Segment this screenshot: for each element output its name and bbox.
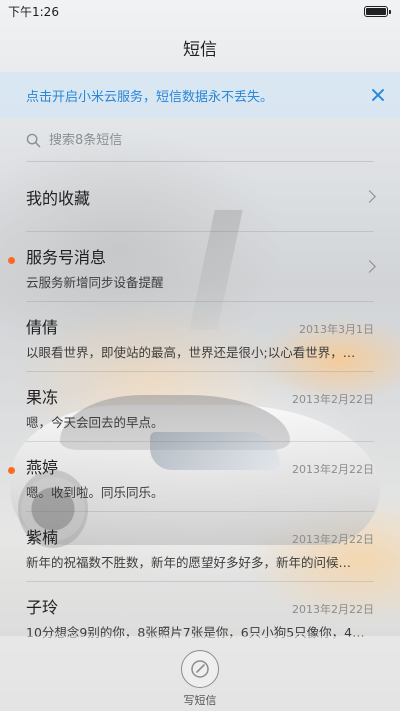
compose-label[interactable]: 写短信	[184, 692, 217, 708]
search-input[interactable]	[49, 132, 374, 148]
contact-name: 子玲	[26, 597, 59, 617]
service-messages-preview: 云服务新增同步设备提醒	[26, 274, 164, 290]
page-title: 短信	[183, 39, 217, 60]
message-date: 2013年3月1日	[299, 322, 374, 336]
status-time: 下午1:26	[8, 4, 59, 19]
battery-level	[366, 7, 386, 15]
service-messages-label: 服务号消息	[26, 247, 107, 267]
search-icon	[26, 133, 41, 147]
message-date: 2013年2月22日	[292, 532, 374, 546]
message-date: 2013年2月22日	[292, 602, 374, 616]
close-icon[interactable]	[370, 87, 386, 103]
message-date: 2013年2月22日	[292, 462, 374, 476]
unread-dot	[8, 257, 15, 264]
conversation-row[interactable]: 紫楠 2013年2月22日 新年的祝福数不胜数，新年的愿望好多好多，新年的问候…	[0, 512, 400, 582]
message-preview: 新年的祝福数不胜数，新年的愿望好多好多，新年的问候…	[26, 554, 352, 570]
contact-name: 燕婷	[26, 457, 59, 477]
favorites-row[interactable]: 我的收藏	[0, 162, 400, 232]
conversation-row[interactable]: 倩倩 2013年3月1日 以眼看世界，即使站的最高，世界还是很小;以心看世界，…	[0, 302, 400, 372]
unread-dot	[8, 467, 15, 474]
bottom-bar: 写短信	[0, 636, 400, 711]
message-preview: 嗯，今天会回去的早点。	[26, 414, 164, 430]
conversation-row[interactable]: 果冻 2013年2月22日 嗯，今天会回去的早点。	[0, 372, 400, 442]
message-preview: 嗯。收到啦。同乐同乐。	[26, 484, 164, 500]
contact-name: 果冻	[26, 387, 59, 407]
cloud-service-banner[interactable]: 点击开启小米云服务，短信数据永不丢失。	[0, 72, 400, 118]
message-date: 2013年2月22日	[292, 392, 374, 406]
status-bar: 下午1:26	[0, 0, 400, 22]
search-bar[interactable]	[0, 118, 400, 162]
conversation-list: 我的收藏 服务号消息 云服务新增同步设备提醒 倩倩 2013年3月1日 以眼看世…	[0, 162, 400, 652]
compose-button[interactable]	[181, 650, 219, 688]
conversation-row[interactable]: 燕婷 2013年2月22日 嗯。收到啦。同乐同乐。	[0, 442, 400, 512]
favorites-label: 我的收藏	[26, 189, 91, 208]
cloud-banner-text[interactable]: 点击开启小米云服务，短信数据永不丢失。	[26, 86, 370, 105]
message-preview: 以眼看世界，即使站的最高，世界还是很小;以心看世界，…	[26, 344, 356, 360]
title-bar: 短信	[0, 22, 400, 72]
compose-icon	[191, 660, 209, 678]
service-messages-row[interactable]: 服务号消息 云服务新增同步设备提醒	[0, 232, 400, 302]
contact-name: 紫楠	[26, 527, 59, 547]
contact-name: 倩倩	[26, 317, 59, 337]
battery-icon	[364, 5, 391, 17]
